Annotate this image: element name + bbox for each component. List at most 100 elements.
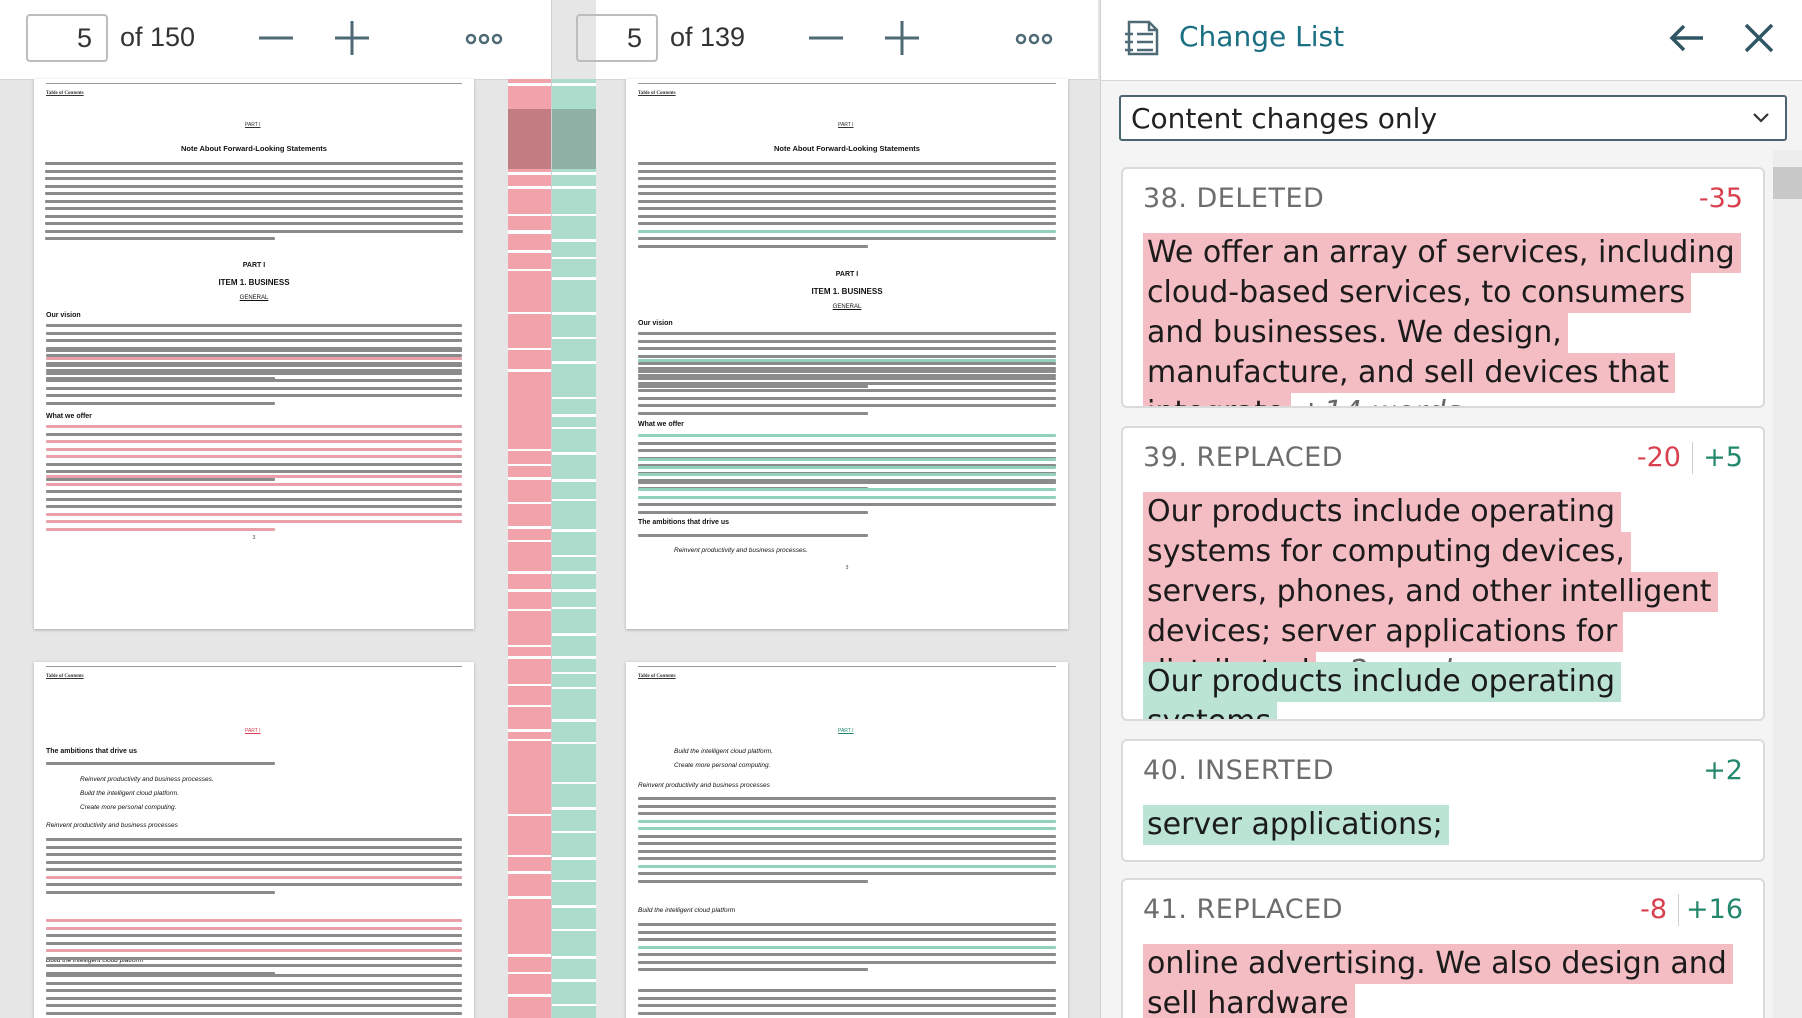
text-line — [638, 359, 1056, 362]
text-line — [638, 1011, 1056, 1015]
right-toolbar: 5 of 139 — [576, 0, 1098, 80]
text-line — [638, 996, 1056, 1000]
text-line — [46, 981, 462, 985]
text-line — [46, 349, 462, 352]
change-filter-select[interactable]: Content changes only — [1119, 95, 1787, 141]
text-line — [46, 845, 462, 849]
text-line — [46, 838, 462, 841]
text-line — [46, 497, 462, 501]
text-line — [638, 804, 1056, 808]
text-line — [46, 926, 462, 930]
change-card[interactable]: 40. INSERTED +2 server applications; — [1121, 739, 1765, 862]
left-document-pane[interactable]: 5 of 150 Table of Contents PART I Note A… — [0, 0, 551, 1018]
text-line — [638, 503, 1056, 506]
page-header-rule — [46, 83, 462, 84]
text-line — [638, 449, 1056, 452]
change-type-label: 40. INSERTED — [1143, 755, 1335, 786]
text-line — [638, 192, 1056, 195]
text-line — [638, 441, 1056, 445]
text-line — [638, 347, 1056, 350]
strip-gap — [508, 656, 551, 659]
strip-gap — [508, 449, 551, 451]
toc-link[interactable]: Table of Contents — [46, 91, 84, 96]
deleted-text: online advertising. We also design and s… — [1143, 944, 1747, 1018]
text-line — [638, 199, 1056, 203]
strip-gap — [508, 571, 551, 574]
text-line — [638, 229, 1056, 233]
toc-link[interactable]: Table of Contents — [638, 91, 676, 96]
text-line — [638, 332, 1056, 335]
strip-gap — [508, 214, 551, 216]
text-line — [638, 366, 1056, 370]
change-card[interactable]: 39. REPLACED -20 +5 Our products include… — [1121, 426, 1765, 721]
text-line — [638, 849, 1056, 853]
text-line — [638, 237, 1056, 240]
text-line — [638, 488, 1056, 491]
right-document-pane[interactable]: 5 of 139 Table of Contents PART I Note A… — [552, 0, 1098, 1018]
left-page-input[interactable]: 5 — [26, 14, 108, 62]
right-page-1: Table of Contents PART I Note About Forw… — [626, 79, 1068, 629]
change-list-header: Change List — [1101, 0, 1802, 81]
text-line — [46, 1004, 462, 1007]
text-line — [45, 214, 463, 218]
right-page-input[interactable]: 5 — [576, 14, 658, 62]
strip-gap — [508, 705, 551, 707]
left-toolbar: 5 of 150 — [0, 0, 551, 80]
text-line — [46, 324, 462, 327]
more-options-button[interactable] — [1014, 18, 1054, 58]
strip-gap — [508, 994, 551, 997]
zoom-in-button[interactable] — [882, 18, 922, 58]
text-line — [45, 184, 463, 188]
text-line — [638, 389, 1056, 392]
text-line — [46, 934, 462, 937]
strip-gap — [508, 814, 551, 816]
zoom-out-button[interactable] — [256, 18, 296, 58]
text-line — [638, 812, 1056, 815]
plus-icon — [885, 21, 919, 55]
toc-link[interactable]: Table of Contents — [46, 674, 84, 679]
text-line — [638, 162, 1056, 165]
change-card[interactable]: 41. REPLACED -8 +16 online advertising. … — [1121, 878, 1765, 1018]
inserted-count: +5 — [1703, 442, 1743, 473]
text-line — [638, 960, 1056, 964]
page-header-rule — [638, 83, 1056, 84]
text-line — [46, 475, 462, 478]
back-button[interactable] — [1667, 18, 1707, 62]
more-options-button[interactable] — [464, 18, 504, 58]
zoom-in-button[interactable] — [332, 18, 372, 58]
doc-part: PART I — [835, 271, 859, 278]
close-icon — [1744, 23, 1774, 53]
inserted-highlight: server applications; — [1143, 805, 1449, 845]
change-list-icon — [1123, 18, 1163, 62]
deleted-highlight: online advertising. We also design and s… — [1143, 944, 1733, 1018]
doc-general: GENERAL — [239, 295, 269, 301]
doc-subheading: The ambitions that drive us — [46, 748, 138, 755]
doc-subheading: Our vision — [638, 320, 673, 327]
text-line — [638, 953, 1056, 956]
text-line — [638, 473, 1056, 476]
scrollbar-thumb[interactable] — [1773, 167, 1802, 199]
text-line — [638, 458, 1056, 461]
text-line — [638, 411, 868, 415]
change-card[interactable]: 38. DELETED -35 We offer an array of ser… — [1121, 167, 1765, 408]
toc-link[interactable]: Table of Contents — [638, 674, 676, 679]
text-line — [46, 379, 462, 382]
strip-gap — [508, 312, 551, 314]
strip-gap — [508, 589, 551, 592]
left-change-strip[interactable] — [508, 79, 551, 1018]
text-line — [638, 207, 1056, 210]
text-line — [638, 864, 1056, 868]
change-list-scrollbar[interactable] — [1773, 150, 1802, 1018]
deleted-count: -8 — [1640, 894, 1667, 925]
strip-gap — [508, 684, 551, 686]
zoom-out-button[interactable] — [806, 18, 846, 58]
text-line — [46, 868, 462, 871]
close-button[interactable] — [1739, 18, 1779, 62]
text-line — [46, 996, 462, 1000]
doc-general: GENERAL — [832, 304, 862, 310]
text-line — [638, 339, 1056, 343]
back-arrow-icon — [1669, 24, 1703, 52]
strip-gap — [508, 502, 551, 504]
text-line — [46, 890, 275, 894]
text-line — [638, 434, 1056, 437]
